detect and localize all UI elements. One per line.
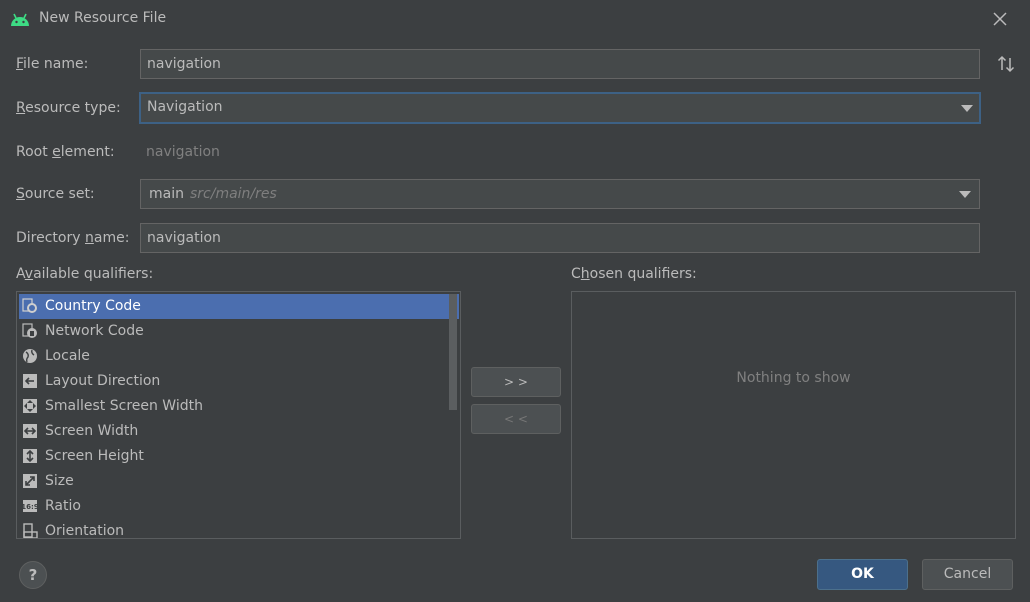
file-name-value: navigation bbox=[147, 56, 221, 72]
ok-button[interactable]: OK bbox=[817, 559, 908, 590]
file-name-label: File name: bbox=[16, 56, 89, 72]
list-item[interactable]: Screen Height bbox=[19, 444, 459, 469]
available-qualifiers-list[interactable]: Country Code Network Code Locale Layout … bbox=[16, 291, 461, 539]
list-item[interactable]: Smallest Screen Width bbox=[19, 394, 459, 419]
ratio-icon: 16:9 bbox=[22, 500, 38, 512]
resource-type-value: Navigation bbox=[147, 99, 223, 115]
source-set-label: Source set: bbox=[16, 186, 95, 202]
cancel-button[interactable]: Cancel bbox=[922, 559, 1013, 590]
close-icon[interactable] bbox=[990, 9, 1010, 29]
directory-name-label: Directory name: bbox=[16, 230, 130, 246]
list-item[interactable]: Size bbox=[19, 469, 459, 494]
window-title: New Resource File bbox=[39, 10, 167, 26]
list-scrollbar[interactable] bbox=[449, 294, 457, 410]
available-qualifiers-label: Available qualifiers: bbox=[16, 266, 154, 282]
list-item[interactable]: Locale bbox=[19, 344, 459, 369]
orientation-icon bbox=[23, 523, 38, 538]
directory-name-input[interactable]: navigation bbox=[140, 223, 980, 253]
list-item[interactable]: Screen Width bbox=[19, 419, 459, 444]
add-qualifier-button[interactable]: > > bbox=[471, 367, 561, 397]
help-button[interactable]: ? bbox=[19, 561, 47, 589]
screen-height-icon bbox=[23, 449, 37, 463]
list-item[interactable]: Orientation bbox=[19, 519, 459, 538]
globe-icon bbox=[23, 349, 37, 363]
source-set-path: src/main/res bbox=[189, 186, 277, 202]
svg-text:16:9: 16:9 bbox=[22, 503, 38, 511]
chosen-qualifiers-list[interactable]: Nothing to show bbox=[571, 291, 1016, 539]
file-name-input[interactable]: navigation bbox=[140, 49, 980, 79]
size-icon bbox=[23, 474, 37, 488]
title-bar: New Resource File bbox=[0, 0, 1030, 38]
smallest-width-icon bbox=[23, 399, 37, 413]
chosen-qualifiers-label: Chosen qualifiers: bbox=[571, 266, 697, 282]
list-item[interactable]: Layout Direction bbox=[19, 369, 459, 394]
list-item[interactable]: Country Code bbox=[19, 294, 459, 319]
layout-direction-icon bbox=[23, 374, 37, 388]
resource-type-select[interactable]: Navigation bbox=[139, 92, 981, 124]
root-element-value: navigation bbox=[146, 144, 220, 160]
chevron-down-icon bbox=[961, 105, 973, 112]
country-code-icon bbox=[22, 298, 37, 313]
sort-icon[interactable] bbox=[996, 54, 1016, 74]
resource-type-label: Resource type: bbox=[16, 100, 121, 116]
directory-name-value: navigation bbox=[147, 230, 221, 246]
android-icon bbox=[11, 13, 29, 26]
empty-list-message: Nothing to show bbox=[736, 370, 851, 386]
list-item[interactable]: 16:9 Ratio bbox=[19, 494, 459, 519]
list-item[interactable]: Network Code bbox=[19, 319, 459, 344]
chevron-down-icon bbox=[959, 191, 971, 198]
screen-width-icon bbox=[23, 424, 37, 438]
remove-qualifier-button[interactable]: < < bbox=[471, 404, 561, 434]
source-set-value: main bbox=[149, 186, 184, 202]
source-set-select[interactable]: main src/main/res bbox=[140, 179, 980, 209]
root-element-label: Root element: bbox=[16, 144, 115, 160]
network-code-icon bbox=[22, 323, 37, 338]
